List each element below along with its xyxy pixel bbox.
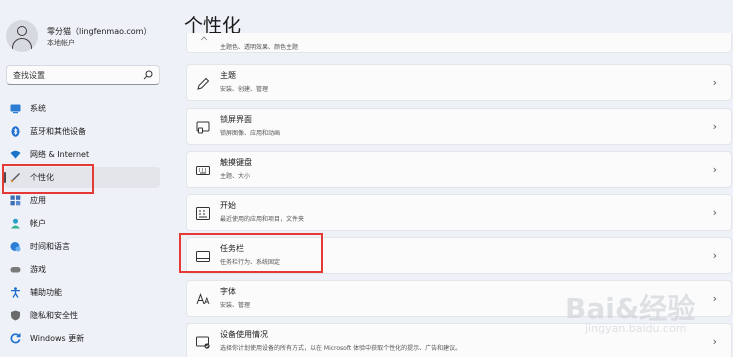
card-subtitle: 主题、大小: [220, 173, 251, 180]
chevron-right-icon: ›: [712, 163, 717, 176]
sidebar-item-label: Windows 更新: [30, 334, 85, 343]
sidebar-item-personalization[interactable]: 个性化: [4, 167, 160, 188]
taskbar-icon: [196, 251, 210, 262]
sidebar-item-label: 蓝牙和其他设备: [30, 127, 86, 136]
sidebar-item-label: 隐私和安全性: [30, 311, 78, 320]
profile-account-type: 本地帐户: [47, 39, 75, 47]
chevron-up-icon: [200, 36, 208, 41]
chevron-right-icon: ›: [712, 292, 717, 305]
sidebar-item-accounts[interactable]: 帐户: [4, 213, 160, 234]
settings-card-fonts[interactable]: 字体 安装、管理 ›: [186, 280, 732, 317]
sidebar: 零分猫（lingfenmao.com） 本地帐户 查找设置 系统 蓝牙和其他设备…: [0, 0, 170, 357]
wifi-icon: [10, 150, 21, 159]
monitor-icon: [10, 104, 21, 114]
avatar: [6, 20, 38, 52]
settings-card-device-usage[interactable]: 设备使用情况 选择你计划使用设备的所有方式，以在 Microsoft 体验中获取…: [186, 323, 732, 357]
chevron-right-icon: ›: [712, 249, 717, 262]
sidebar-item-label: 游戏: [30, 265, 46, 274]
sidebar-item-gaming[interactable]: 游戏: [4, 259, 160, 280]
accessibility-icon: [11, 287, 20, 298]
bluetooth-icon: [11, 126, 20, 137]
sidebar-item-label: 时间和语言: [30, 242, 70, 251]
shield-icon: [11, 310, 20, 321]
sidebar-item-label: 系统: [30, 104, 46, 113]
sidebar-item-label: 帐户: [30, 219, 46, 228]
lock-screen-icon: [196, 121, 210, 134]
person-icon: [11, 218, 20, 229]
selection-indicator: [4, 172, 6, 183]
search-icon[interactable]: [143, 70, 153, 80]
sidebar-item-apps[interactable]: 应用: [4, 190, 160, 211]
globe-clock-icon: [10, 242, 21, 252]
profile-name: 零分猫（lingfenmao.com）: [47, 27, 152, 36]
brush-icon: [10, 173, 20, 183]
card-subtitle: 任务栏行为、系统固定: [220, 259, 281, 266]
pen-icon: [197, 77, 210, 90]
user-profile[interactable]: 零分猫（lingfenmao.com） 本地帐户: [6, 16, 166, 56]
search-placeholder: 查找设置: [13, 71, 45, 80]
sidebar-item-system[interactable]: 系统: [4, 98, 160, 119]
settings-card-touch-keyboard[interactable]: 触摸键盘 主题、大小 ›: [186, 151, 732, 188]
sidebar-item-label: 网络 & Internet: [30, 150, 90, 159]
apps-icon: [10, 195, 21, 206]
settings-card-taskbar[interactable]: 任务栏 任务栏行为、系统固定 ›: [186, 237, 732, 274]
sidebar-item-time-language[interactable]: 时间和语言: [4, 236, 160, 257]
search-input[interactable]: 查找设置: [6, 65, 160, 85]
keyboard-icon: [196, 166, 210, 175]
start-icon: [196, 207, 210, 220]
device-usage-icon: [196, 336, 210, 349]
sidebar-item-windows-update[interactable]: Windows 更新: [4, 328, 160, 349]
settings-card-start[interactable]: 开始 最近使用的应用和项目，文件夹 ›: [186, 194, 732, 231]
card-subtitle: 选择你计划使用设备的所有方式，以在 Microsoft 体验中获取个性化的提示、…: [220, 345, 462, 352]
gamepad-icon: [10, 267, 21, 273]
card-title: 设备使用情况: [220, 330, 268, 339]
card-title: 字体: [220, 287, 236, 296]
sidebar-item-network[interactable]: 网络 & Internet: [4, 144, 160, 165]
font-icon: [196, 293, 210, 305]
chevron-right-icon: ›: [712, 206, 717, 219]
chevron-right-icon: ›: [712, 120, 717, 133]
sidebar-item-bluetooth[interactable]: 蓝牙和其他设备: [4, 121, 160, 142]
update-icon: [10, 333, 21, 344]
card-subtitle: 安装、创建、管理: [220, 86, 269, 93]
sidebar-item-label: 辅助功能: [30, 288, 62, 297]
chevron-right-icon: ›: [712, 335, 717, 348]
card-title: 任务栏: [220, 244, 244, 253]
card-subtitle: 最近使用的应用和项目，文件夹: [220, 216, 305, 223]
card-title: 触摸键盘: [220, 158, 252, 167]
chevron-right-icon: ›: [712, 76, 717, 89]
settings-card-lock-screen[interactable]: 锁屏界面 锁屏图像、应用和动画 ›: [186, 108, 732, 145]
card-subtitle: 锁屏图像、应用和动画: [220, 130, 281, 137]
sidebar-item-label: 个性化: [30, 173, 54, 182]
card-subtitle: 主题色、透明效果、颜色主题: [220, 44, 299, 51]
card-title: 主题: [220, 71, 236, 80]
sidebar-item-label: 应用: [30, 196, 46, 205]
card-title: 开始: [220, 201, 236, 210]
card-title: 锁屏界面: [220, 115, 252, 124]
settings-card-themes[interactable]: 主题 安装、创建、管理 ›: [186, 64, 732, 101]
sidebar-item-accessibility[interactable]: 辅助功能: [4, 282, 160, 303]
card-subtitle: 安装、管理: [220, 302, 251, 309]
settings-card-colors[interactable]: 主题色、透明效果、颜色主题: [186, 33, 732, 53]
sidebar-item-privacy[interactable]: 隐私和安全性: [4, 305, 160, 326]
